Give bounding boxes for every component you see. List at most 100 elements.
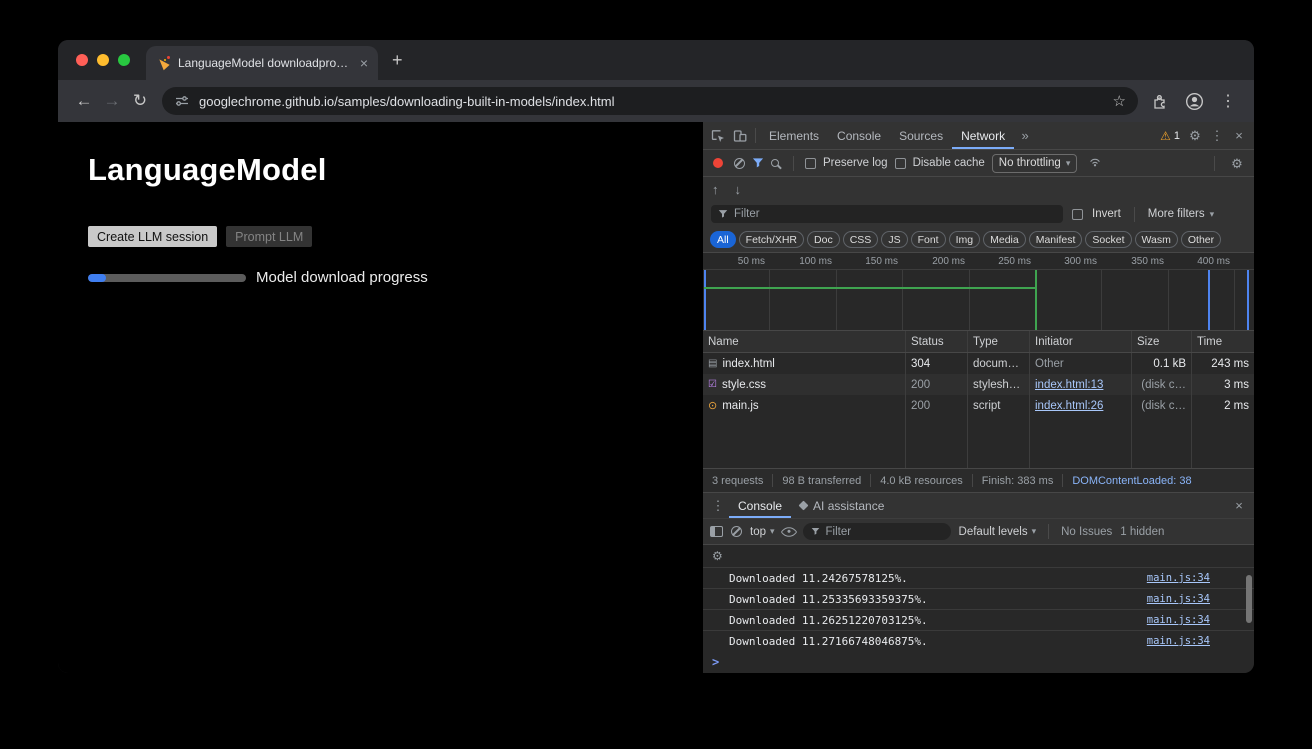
bookmark-star-icon[interactable]: ☆ (1113, 92, 1126, 110)
initiator-link[interactable]: index.html:26 (1035, 400, 1103, 412)
tab-title: LanguageModel downloadpro… (178, 56, 352, 70)
import-har-icon[interactable]: ↑ (712, 182, 719, 197)
console-scrollbar-thumb[interactable] (1246, 575, 1252, 623)
table-row[interactable]: ☑style.css 200 stylesh… index.html:13 (d… (703, 374, 1254, 395)
disable-cache-checkbox[interactable] (895, 158, 906, 169)
request-name: index.html (722, 358, 774, 370)
close-window-button[interactable] (76, 54, 88, 66)
tab-sources[interactable]: Sources (890, 122, 952, 149)
address-bar[interactable]: googlechrome.github.io/samples/downloadi… (162, 87, 1138, 115)
chip-wasm[interactable]: Wasm (1135, 231, 1178, 248)
network-filter-input[interactable]: Filter (711, 205, 1063, 223)
drawer-tab-console[interactable]: Console (729, 493, 791, 518)
search-icon[interactable] (771, 159, 779, 167)
prompt-llm-button[interactable]: Prompt LLM (226, 226, 312, 247)
devtools-menu-icon[interactable]: ⋮ (1206, 125, 1228, 147)
chip-manifest[interactable]: Manifest (1029, 231, 1083, 248)
message-source-link[interactable]: main.js:34 (1147, 635, 1210, 647)
tab-network[interactable]: Network (952, 122, 1014, 149)
message-source-link[interactable]: main.js:34 (1147, 593, 1210, 605)
column-name[interactable]: Name (703, 331, 905, 352)
initiator-link[interactable]: index.html:13 (1035, 379, 1103, 391)
tab-console[interactable]: Console (828, 122, 890, 149)
table-row[interactable]: ⊙main.js 200 script index.html:26 (disk … (703, 395, 1254, 416)
more-tabs-icon[interactable]: » (1014, 125, 1036, 147)
log-levels-dropdown[interactable]: Default levels ▾ (959, 526, 1037, 538)
browser-window: LanguageModel downloadpro… × + ← → ↻ goo… (58, 40, 1254, 673)
drawer-tab-ai-assistance[interactable]: AI assistance (791, 493, 893, 518)
drawer-tabbar: ⋮ Console AI assistance × (703, 493, 1254, 519)
chip-img[interactable]: Img (949, 231, 981, 248)
device-toolbar-icon[interactable] (729, 125, 751, 147)
chip-css[interactable]: CSS (843, 231, 879, 248)
message-source-link[interactable]: main.js:34 (1147, 614, 1210, 626)
devtools-close-icon[interactable]: × (1228, 125, 1250, 147)
message-source-link[interactable]: main.js:34 (1147, 572, 1210, 584)
browser-menu-icon[interactable]: ⋮ (1220, 91, 1236, 111)
devtools-settings-gear-icon[interactable]: ⚙ (1184, 125, 1206, 147)
chip-socket[interactable]: Socket (1085, 231, 1131, 248)
console-message: Downloaded 11.24267578125%. main.js:34 (703, 567, 1254, 588)
site-info-icon[interactable] (174, 94, 190, 108)
request-type-chips: All Fetch/XHR Doc CSS JS Font Img Media … (703, 227, 1254, 253)
no-issues-link[interactable]: No Issues (1061, 526, 1112, 538)
context-selector[interactable]: top ▾ (750, 526, 775, 538)
network-filter-row: Filter Invert More filters ▾ (703, 201, 1254, 227)
chip-js[interactable]: JS (881, 231, 907, 248)
reload-icon[interactable]: ↻ (126, 87, 154, 115)
inspect-icon[interactable] (707, 125, 729, 147)
column-time[interactable]: Time (1191, 331, 1254, 352)
zoom-window-button[interactable] (118, 54, 130, 66)
column-size[interactable]: Size (1131, 331, 1191, 352)
chip-fetch-xhr[interactable]: Fetch/XHR (739, 231, 804, 248)
column-status[interactable]: Status (905, 331, 967, 352)
profile-avatar-icon[interactable] (1185, 92, 1204, 111)
party-popper-favicon-icon (156, 56, 170, 70)
window-content: LanguageModel Create LLM session Prompt … (58, 122, 1254, 673)
network-toolbar: Preserve log Disable cache No throttling… (703, 150, 1254, 177)
forward-icon[interactable]: → (98, 87, 126, 115)
issues-badge[interactable]: ⚠ 1 (1156, 129, 1184, 143)
console-prompt[interactable]: > (703, 651, 1254, 673)
table-row[interactable]: ▤index.html 304 docum… Other 0.1 kB 243 … (703, 353, 1254, 374)
summary-requests: 3 requests (703, 474, 773, 487)
console-settings-gear-icon[interactable]: ⚙ (712, 550, 723, 562)
drawer-close-icon[interactable]: × (1228, 495, 1250, 517)
filter-toggle-icon[interactable] (752, 157, 764, 169)
chip-other[interactable]: Other (1181, 231, 1221, 248)
tab-close-icon[interactable]: × (360, 55, 368, 71)
back-icon[interactable]: ← (70, 87, 98, 115)
column-type[interactable]: Type (967, 331, 1029, 352)
request-name: style.css (722, 379, 766, 391)
hidden-messages-count[interactable]: 1 hidden (1120, 526, 1164, 538)
network-conditions-icon[interactable] (1084, 152, 1106, 174)
new-tab-button[interactable]: + (392, 51, 403, 69)
column-initiator[interactable]: Initiator (1029, 331, 1131, 352)
drawer-menu-icon[interactable]: ⋮ (707, 495, 729, 517)
minimize-window-button[interactable] (97, 54, 109, 66)
more-filters-dropdown[interactable]: More filters ▾ (1148, 208, 1214, 220)
chip-all[interactable]: All (710, 231, 736, 248)
tab-elements[interactable]: Elements (760, 122, 828, 149)
request-time: 2 ms (1191, 395, 1254, 416)
live-expression-eye-icon[interactable] (780, 523, 797, 540)
create-llm-session-button[interactable]: Create LLM session (88, 226, 217, 247)
extensions-icon[interactable] (1152, 93, 1169, 110)
throttling-select[interactable]: No throttling ▾ (992, 154, 1078, 173)
preserve-log-checkbox[interactable] (805, 158, 816, 169)
invert-checkbox[interactable] (1072, 209, 1083, 220)
console-filter-input[interactable]: Filter (803, 523, 951, 540)
network-settings-gear-icon[interactable]: ⚙ (1226, 152, 1248, 174)
chip-doc[interactable]: Doc (807, 231, 840, 248)
export-har-icon[interactable]: ↓ (735, 182, 742, 197)
progress-row: Model download progress (88, 269, 703, 286)
console-sidebar-icon[interactable] (710, 526, 723, 537)
clear-network-log-icon[interactable] (734, 158, 745, 169)
clear-console-icon[interactable] (731, 526, 742, 537)
network-overview-timeline[interactable]: 50 ms 100 ms 150 ms 200 ms 250 ms 300 ms… (703, 253, 1254, 331)
chip-font[interactable]: Font (911, 231, 946, 248)
spark-icon (799, 501, 809, 511)
chip-media[interactable]: Media (983, 231, 1026, 248)
record-network-log-icon[interactable] (713, 158, 723, 168)
browser-tab[interactable]: LanguageModel downloadpro… × (146, 46, 378, 80)
